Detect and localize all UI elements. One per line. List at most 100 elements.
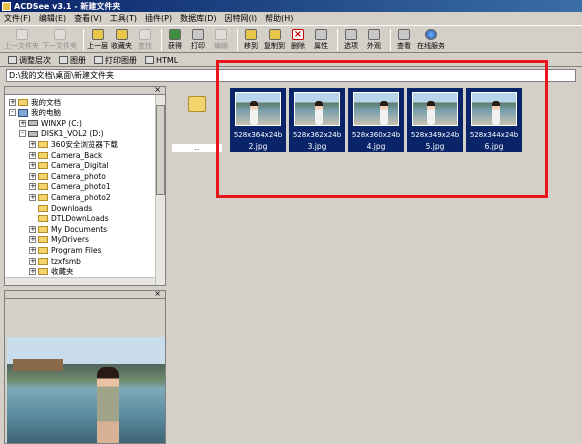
tree-node[interactable]: - 我的电脑 xyxy=(9,108,61,118)
tree-node[interactable]: + Camera_photo xyxy=(29,171,106,181)
view-icon xyxy=(398,29,410,40)
toolbar-button-label: 属性 xyxy=(314,42,328,50)
find-icon xyxy=(139,29,151,40)
print-icon xyxy=(192,29,204,40)
tree-node-label: DTLDownLoads xyxy=(51,214,109,224)
close-pane-icon[interactable]: × xyxy=(154,85,161,94)
tree-node[interactable]: + WINXP (C:) xyxy=(19,118,82,128)
prev-folder-button[interactable]: 上一文件夹 xyxy=(4,27,39,51)
online-service-button[interactable]: 在线服务 xyxy=(417,27,445,51)
tree-node-label: 我的电脑 xyxy=(31,108,61,118)
tree-node-label: Camera_photo2 xyxy=(51,192,111,202)
options-icon xyxy=(345,29,357,40)
properties-button[interactable]: 属性 xyxy=(311,27,331,51)
menu-item-3[interactable]: 工具(T) xyxy=(110,13,137,24)
favorites-button[interactable]: 收藏夹 xyxy=(111,27,132,51)
options-button[interactable]: 选项 xyxy=(341,27,361,51)
toolbar-button-label: 上一文件夹 xyxy=(4,42,39,50)
toolbar-button-label: 查看 xyxy=(397,42,411,50)
tree-node-label: 360安全浏览器下载 xyxy=(51,139,118,149)
tree-node[interactable]: - DISK1_VOL2 (D:) xyxy=(19,129,104,139)
tree-horizontal-scrollbar[interactable] xyxy=(5,277,155,285)
expand-icon[interactable]: + xyxy=(9,98,16,106)
next-folder-button[interactable]: 下一文件夹 xyxy=(42,27,77,51)
secondary-toolbar-icon xyxy=(59,56,68,64)
edit-button[interactable]: 编辑 xyxy=(211,27,231,51)
tree-node[interactable]: + tzxfsmb xyxy=(29,256,81,266)
tree-node[interactable]: + MyDrivers xyxy=(29,235,89,245)
tree-node[interactable]: + Camera_photo1 xyxy=(29,182,111,192)
tree-node[interactable]: + 收藏夹 xyxy=(29,267,74,277)
properties-icon xyxy=(315,29,327,40)
parent-folder-label[interactable]: .. xyxy=(172,144,222,152)
window-title: ACDSee v3.1 - 新建文件夹 xyxy=(14,1,121,11)
secondary-toolbar-button-0[interactable]: 调整层次 xyxy=(8,55,51,66)
menu-item-4[interactable]: 插件(P) xyxy=(145,13,172,24)
expand-icon[interactable]: + xyxy=(29,257,36,265)
up-level-icon xyxy=(91,29,104,40)
menu-item-5[interactable]: 数据库(D) xyxy=(180,13,216,24)
expand-icon[interactable]: + xyxy=(29,246,36,254)
folder-icon xyxy=(38,162,48,170)
expand-icon[interactable]: + xyxy=(29,172,36,180)
preview-image xyxy=(7,337,165,443)
folder-icon xyxy=(38,172,48,180)
tree-node[interactable]: + Camera_photo2 xyxy=(29,192,111,202)
expand-icon[interactable]: + xyxy=(29,151,36,159)
folder-tree: + 我的文档 - 我的电脑 + WINXP (C:) - DISK1_VOL2 (D:) +36… xyxy=(5,95,165,285)
tree-scroll-thumb[interactable] xyxy=(156,105,165,195)
expand-icon[interactable]: + xyxy=(29,183,36,191)
tree-node-label: Camera_Back xyxy=(51,150,103,160)
tree-node-label: Camera_photo1 xyxy=(51,182,111,192)
close-preview-icon[interactable]: × xyxy=(154,291,161,298)
expand-icon[interactable]: + xyxy=(29,268,36,276)
expand-icon[interactable]: + xyxy=(19,119,26,127)
expand-icon[interactable]: + xyxy=(29,225,36,233)
folder-icon xyxy=(38,225,48,233)
find-button[interactable]: 查找 xyxy=(135,27,155,51)
secondary-toolbar-button-1[interactable]: 图册 xyxy=(59,55,86,66)
prev-folder-icon xyxy=(15,29,28,40)
tree-node-label: tzxfsmb xyxy=(51,256,81,266)
tree-node[interactable]: + Camera_Back xyxy=(29,150,102,160)
appearance-button[interactable]: 外观 xyxy=(364,27,384,51)
secondary-toolbar-button-3[interactable]: HTML xyxy=(145,56,178,65)
tree-node-label: Camera_Digital xyxy=(51,161,109,171)
tree-node[interactable]: + Program Files xyxy=(29,245,102,255)
tree-node[interactable]: +360安全浏览器下载 xyxy=(29,139,118,149)
secondary-toolbar-button-2[interactable]: 打印图册 xyxy=(94,55,137,66)
tree-node-label: 收藏夹 xyxy=(51,267,74,277)
menu-item-0[interactable]: 文件(F) xyxy=(4,13,31,24)
tree-vertical-scrollbar[interactable] xyxy=(155,95,165,285)
tree-node[interactable]: + My Documents xyxy=(29,224,107,234)
acquire-button[interactable]: 获得 xyxy=(165,27,185,51)
tree-node-label: WINXP (C:) xyxy=(41,118,82,128)
tree-node[interactable]: + Camera_Digital xyxy=(29,161,109,171)
parent-folder-icon[interactable] xyxy=(188,96,206,112)
toolbar-separator xyxy=(237,29,238,51)
expand-icon[interactable]: + xyxy=(29,162,36,170)
folder-icon xyxy=(38,204,48,212)
tree-node[interactable]: + 我的文档 xyxy=(9,97,61,107)
expand-icon[interactable]: + xyxy=(29,193,36,201)
move-to-button[interactable]: 移到 xyxy=(241,27,261,51)
menu-item-7[interactable]: 帮助(H) xyxy=(265,13,293,24)
up-level-button[interactable]: 上一层 xyxy=(87,27,108,51)
collapse-icon[interactable]: - xyxy=(9,109,16,117)
copy-to-button[interactable]: 复制到 xyxy=(264,27,285,51)
menu-item-1[interactable]: 编辑(E) xyxy=(39,13,66,24)
expand-icon[interactable]: + xyxy=(29,140,36,148)
menu-item-2[interactable]: 查看(V) xyxy=(74,13,102,24)
toolbar-button-label: 复制到 xyxy=(264,42,285,50)
delete-button[interactable]: × 删除 xyxy=(288,27,308,51)
view-button[interactable]: 查看 xyxy=(394,27,414,51)
expand-icon[interactable]: + xyxy=(29,236,36,244)
print-button[interactable]: 打印 xyxy=(188,27,208,51)
tree-node[interactable]: Downloads xyxy=(29,203,92,213)
tree-node-label: MyDrivers xyxy=(51,235,89,245)
edit-icon xyxy=(215,29,227,40)
menu-item-6[interactable]: 因特网(I) xyxy=(224,13,257,24)
tree-node[interactable]: DTLDownLoads xyxy=(29,214,109,224)
collapse-icon[interactable]: - xyxy=(19,130,26,138)
secondary-toolbar-label: 调整层次 xyxy=(19,55,51,65)
